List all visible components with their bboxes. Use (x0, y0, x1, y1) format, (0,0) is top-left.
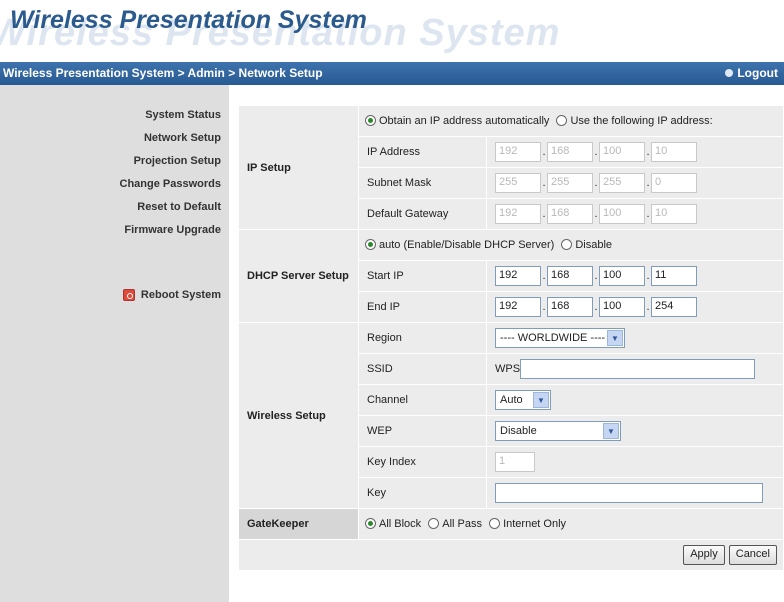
gatekeeper-options: All Block All Pass Internet Only (358, 508, 784, 540)
ip-octet-3[interactable]: 100 (599, 142, 645, 162)
ip-auto-radio[interactable] (365, 115, 376, 126)
start-octet-2[interactable]: 168 (547, 266, 593, 286)
end-octet-3[interactable]: 100 (599, 297, 645, 317)
config-table: IP Setup Obtain an IP address automatica… (238, 105, 784, 571)
breadcrumb-bar: Wireless Presentation System > Admin > N… (0, 62, 784, 85)
ip-address-field: 192. 168. 100. 10 (486, 136, 784, 168)
sidebar-item-change-passwords[interactable]: Change Passwords (120, 178, 221, 190)
page-title: Wireless Presentation System (10, 6, 367, 34)
chevron-down-icon: ▼ (533, 392, 549, 408)
channel-value: Auto (500, 394, 523, 406)
dhcp-auto-radio[interactable] (365, 239, 376, 250)
logout-icon (725, 69, 734, 77)
network-setup-form: IP Setup Obtain an IP address automatica… (238, 105, 784, 571)
sidebar-item-firmware-upgrade[interactable]: Firmware Upgrade (124, 224, 221, 236)
reboot-icon (122, 289, 135, 301)
breadcrumb: Wireless Presentation System > Admin > N… (3, 66, 323, 80)
key-index-label: Key Index (358, 446, 487, 478)
end-ip-label: End IP (358, 291, 487, 323)
mask-octet-1[interactable]: 255 (495, 173, 541, 193)
logout-link[interactable]: Logout (725, 66, 778, 80)
gateway-label: Default Gateway (358, 198, 487, 230)
gw-octet-3[interactable]: 100 (599, 204, 645, 224)
ip-octet-2[interactable]: 168 (547, 142, 593, 162)
dhcp-mode-options: auto (Enable/Disable DHCP Server) Disabl… (358, 229, 784, 261)
ssid-label: SSID (358, 353, 487, 385)
sidebar-item-reboot-system[interactable]: Reboot System (122, 289, 221, 301)
gatekeeper-block-radio[interactable] (365, 518, 376, 529)
start-octet-4[interactable]: 11 (651, 266, 697, 286)
sidebar-item-reset-default[interactable]: Reset to Default (137, 201, 221, 213)
key-input[interactable] (495, 483, 763, 503)
mask-octet-3[interactable]: 255 (599, 173, 645, 193)
ssid-prefix: WPS (495, 362, 521, 375)
gateway-field: 192. 168. 100. 10 (486, 198, 784, 230)
sidebar-item-network-setup[interactable]: Network Setup (144, 132, 221, 144)
wireless-setup-heading: Wireless Setup (238, 322, 359, 509)
gatekeeper-internet-label: Internet Only (503, 518, 567, 530)
start-ip-field: 192. 168. 100. 11 (486, 260, 784, 292)
gw-octet-2[interactable]: 168 (547, 204, 593, 224)
gatekeeper-pass-radio[interactable] (428, 518, 440, 529)
dhcp-auto-label: auto (Enable/Disable DHCP Server) (379, 239, 555, 251)
ip-manual-radio[interactable] (556, 115, 568, 126)
ssid-input[interactable] (520, 359, 756, 379)
ip-manual-label: Use the following IP address: (570, 115, 713, 127)
start-octet-1[interactable]: 192 (495, 266, 541, 286)
end-octet-4[interactable]: 254 (651, 297, 697, 317)
wep-value: Disable (500, 425, 537, 437)
key-index-input[interactable]: 1 (495, 452, 535, 472)
chevron-down-icon: ▼ (603, 423, 619, 439)
gatekeeper-heading: GateKeeper (238, 508, 359, 540)
ip-octet-4[interactable]: 10 (651, 142, 697, 162)
sidebar-item-projection-setup[interactable]: Projection Setup (134, 155, 221, 167)
region-select[interactable]: ---- WORLDWIDE ---- ▼ (495, 328, 625, 348)
ip-mode-options: Obtain an IP address automatically Use t… (358, 105, 784, 137)
gw-octet-4[interactable]: 10 (651, 204, 697, 224)
subnet-mask-label: Subnet Mask (358, 167, 487, 199)
cancel-button[interactable]: Cancel (728, 545, 777, 565)
gw-octet-1[interactable]: 192 (495, 204, 541, 224)
key-label: Key (358, 477, 487, 509)
gatekeeper-block-label: All Block (379, 518, 422, 530)
start-ip-label: Start IP (358, 260, 487, 292)
logout-label: Logout (737, 66, 778, 80)
subnet-mask-field: 255. 255. 255. 0 (486, 167, 784, 199)
dhcp-setup-heading: DHCP Server Setup (238, 229, 359, 323)
dhcp-disable-label: Disable (575, 239, 613, 251)
channel-label: Channel (358, 384, 487, 416)
region-label: Region (358, 322, 487, 354)
sidebar-item-system-status[interactable]: System Status (145, 109, 221, 121)
ip-address-label: IP Address (358, 136, 487, 168)
chevron-down-icon: ▼ (607, 330, 623, 346)
gatekeeper-internet-radio[interactable] (489, 518, 501, 529)
end-octet-1[interactable]: 192 (495, 297, 541, 317)
gatekeeper-pass-label: All Pass (442, 518, 482, 530)
region-value: ---- WORLDWIDE ---- (500, 332, 606, 344)
end-octet-2[interactable]: 168 (547, 297, 593, 317)
mask-octet-4[interactable]: 0 (651, 173, 697, 193)
page-header: Wireless Presentation System Wireless Pr… (0, 0, 784, 56)
channel-select[interactable]: Auto ▼ (495, 390, 551, 410)
dhcp-disable-radio[interactable] (561, 239, 573, 250)
form-actions: Apply Cancel (238, 539, 784, 571)
ip-setup-heading: IP Setup (238, 105, 359, 230)
mask-octet-2[interactable]: 255 (547, 173, 593, 193)
wep-select[interactable]: Disable ▼ (495, 421, 621, 441)
apply-button[interactable]: Apply (683, 545, 725, 565)
reboot-label: Reboot System (140, 289, 221, 301)
start-octet-3[interactable]: 100 (599, 266, 645, 286)
wep-label: WEP (358, 415, 487, 447)
sidebar: System Status Network Setup Projection S… (0, 85, 229, 602)
ip-auto-label: Obtain an IP address automatically (379, 115, 550, 127)
ip-octet-1[interactable]: 192 (495, 142, 541, 162)
end-ip-field: 192. 168. 100. 254 (486, 291, 784, 323)
